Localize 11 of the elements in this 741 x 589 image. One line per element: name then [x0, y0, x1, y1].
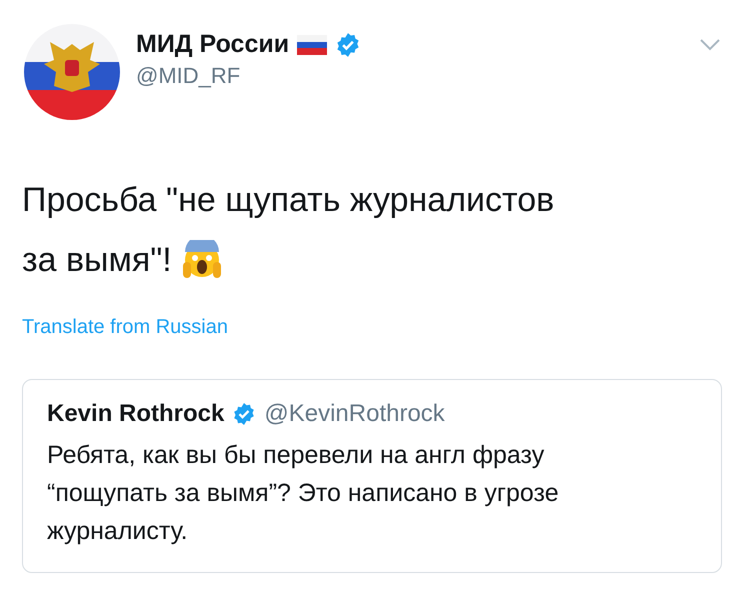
quoted-tweet-text: Ребята, как вы бы перевели на англ фразу “пощупать за вымя”? Это написано в угрозе журналисту.: [47, 440, 560, 547]
tweet-text: за вымя"!: [22, 240, 172, 281]
quoted-account-handle: @KevinRothrock: [264, 400, 445, 428]
account-name[interactable]: МИД России: [136, 30, 290, 59]
quoted-account-name: Kevin Rothrock: [47, 400, 224, 428]
screaming-emoji-icon: [182, 240, 222, 280]
flag-icon: [297, 34, 328, 54]
account-handle[interactable]: @MID_RF: [136, 63, 685, 89]
quoted-tweet-card[interactable]: Kevin Rothrock @KevinRothrock Ребята, как вы бы перевели на англ фразу “пощупать за вымя”? Это написано в угрозе журналисту.: [22, 379, 722, 573]
tweet-text: Просьба "не щупать журналистов: [22, 180, 554, 221]
emblem-icon[interactable]: [22, 22, 122, 122]
